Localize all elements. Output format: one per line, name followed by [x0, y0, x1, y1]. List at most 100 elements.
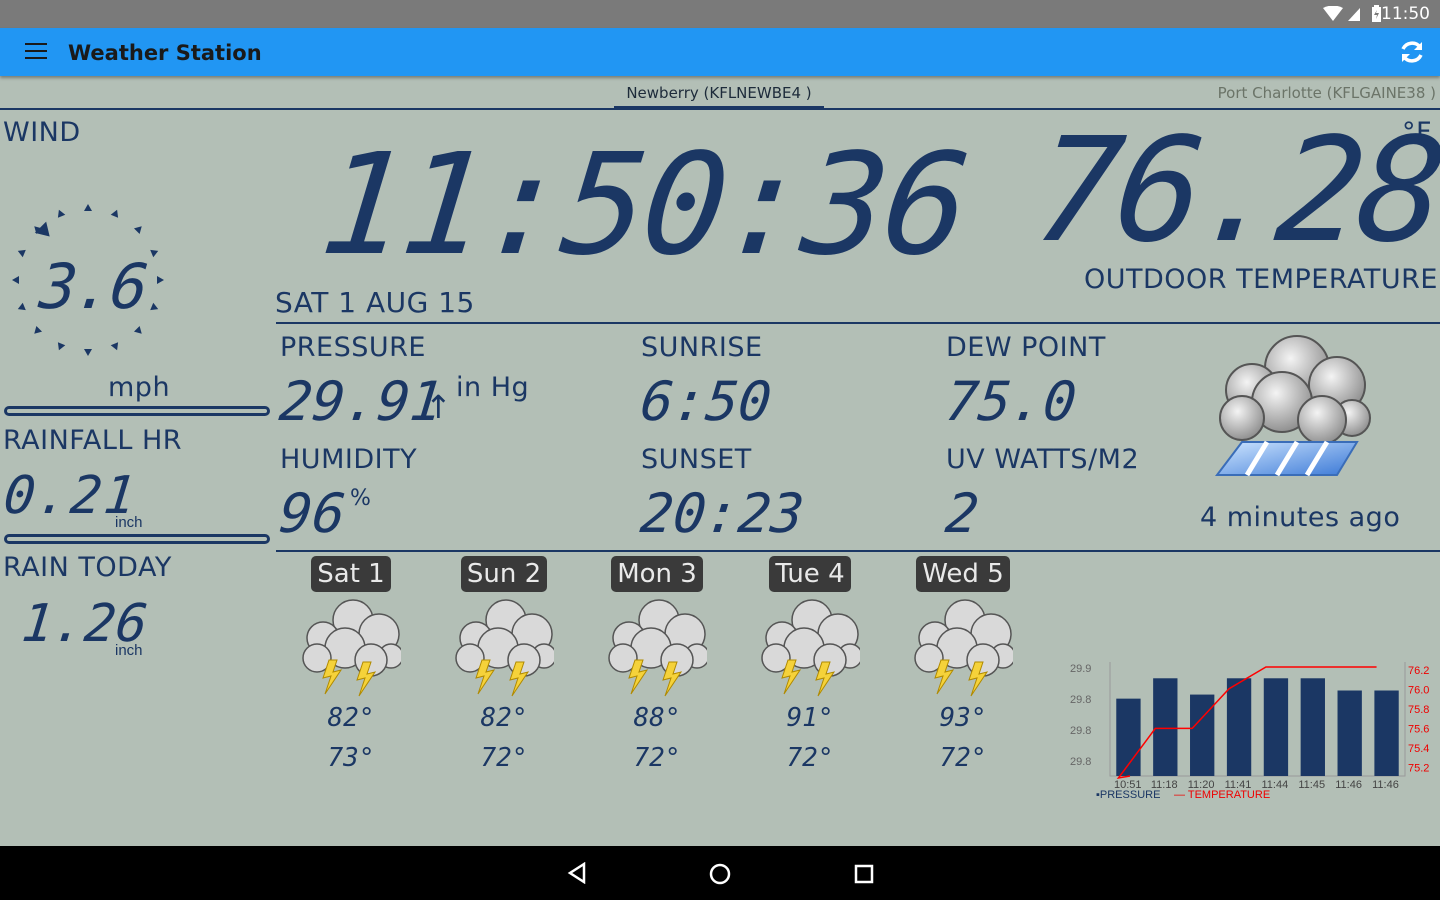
- dew-point-label: DEW POINT: [946, 332, 1106, 363]
- forecast-low: 73°: [327, 743, 375, 773]
- chart-bar: [1263, 678, 1289, 776]
- sunset-label: SUNSET: [641, 444, 752, 475]
- rainfall-hr-unit: inch: [115, 514, 143, 531]
- compass-tick: [17, 302, 26, 311]
- chart-legend-pressure: ▪PRESSURE: [1096, 789, 1160, 801]
- chart-left-tick: 29.8: [1070, 725, 1091, 737]
- compass-tick: [84, 349, 92, 356]
- clock-date: SAT 1 AUG 15: [275, 286, 475, 319]
- forecast-day[interactable]: Wed 5 93° 72°: [913, 556, 1016, 773]
- home-icon[interactable]: [708, 862, 732, 886]
- chart-left-tick: 29.8: [1070, 694, 1091, 706]
- chart-left-tick: 29.8: [1070, 756, 1091, 768]
- wind-unit: mph: [108, 372, 171, 403]
- forecast-low: 72°: [480, 743, 528, 773]
- chart-right-tick: 76.0: [1408, 685, 1429, 697]
- humidity-unit: %: [350, 486, 372, 511]
- forecast-high: 82°: [480, 703, 528, 733]
- compass-tick: [150, 249, 159, 258]
- pressure-unit: in Hg: [456, 372, 530, 403]
- forecast-high: 91°: [786, 703, 834, 733]
- forecast-high: 82°: [327, 703, 375, 733]
- thunderstorm-icon: [914, 599, 1016, 697]
- compass-tick: [57, 342, 66, 351]
- compass-tick: [133, 226, 142, 235]
- compass-tick: [34, 325, 43, 334]
- pressure-trend-icon: ↑: [425, 388, 453, 426]
- thunderstorm-icon: [761, 599, 863, 697]
- thunderstorm-icon: [302, 599, 404, 697]
- humidity-value: 96: [276, 482, 349, 545]
- chart-right-tick: 75.6: [1408, 724, 1429, 736]
- tab-port-charlotte[interactable]: Port Charlotte (KFLGAINE38 ): [1218, 84, 1436, 102]
- rainfall-hr-label: RAINFALL HR: [3, 425, 183, 456]
- divider: [276, 322, 1440, 324]
- chart-right-tick: 76.2: [1408, 665, 1429, 677]
- chart-x-tick: 11:46: [1372, 779, 1399, 791]
- refresh-icon[interactable]: [1398, 38, 1426, 66]
- compass-tick: [17, 249, 26, 258]
- signal-icon: [1323, 6, 1360, 21]
- rain-today-label: RAIN TODAY: [3, 552, 172, 583]
- outdoor-temp-value: 76.28: [1027, 106, 1440, 274]
- status-time: 11:50: [1381, 4, 1430, 24]
- pressure-label: PRESSURE: [280, 332, 426, 363]
- forecast-low: 72°: [939, 743, 987, 773]
- chart-x-tick: 11:45: [1298, 779, 1325, 791]
- forecast-day[interactable]: Mon 3 88° 72°: [607, 556, 710, 773]
- clock-time: 11:50:36: [313, 124, 973, 287]
- forecast-day-label[interactable]: Tue 4: [769, 556, 851, 592]
- forecast-day-label[interactable]: Sat 1: [311, 556, 391, 592]
- forecast-day[interactable]: Sun 2 82° 72°: [454, 556, 557, 773]
- forecast-day-label[interactable]: Wed 5: [916, 556, 1010, 592]
- app-bar: Weather Station: [0, 28, 1440, 76]
- rain-today-unit: inch: [115, 642, 143, 659]
- chart-bar: [1190, 694, 1215, 776]
- compass-tick: [157, 276, 164, 284]
- wind-label: WIND: [3, 117, 81, 148]
- forecast-day[interactable]: Tue 4 91° 72°: [760, 556, 863, 773]
- pressure-value: 29.91: [276, 370, 446, 433]
- humidity-label: HUMIDITY: [280, 444, 418, 475]
- divider: [276, 550, 1440, 552]
- divider: [4, 406, 270, 416]
- chart-x-tick: 11:46: [1335, 779, 1362, 791]
- chart-right-tick: 75.2: [1408, 763, 1429, 775]
- sunrise-value: 6:50: [637, 370, 775, 433]
- wind-direction-icon: [34, 221, 50, 237]
- forecast-day-label[interactable]: Sun 2: [460, 556, 548, 592]
- forecast-day[interactable]: Sat 1 82° 73°: [301, 556, 404, 773]
- chart-bar: [1153, 678, 1178, 776]
- uv-value: 2: [942, 482, 982, 545]
- chart-bar: [1226, 678, 1252, 776]
- status-bar: 11:50: [0, 0, 1440, 28]
- menu-icon[interactable]: [25, 43, 47, 61]
- thunderstorm-icon: [455, 599, 557, 697]
- chart-bar: [1300, 678, 1325, 776]
- chart-bar: [1374, 690, 1399, 776]
- forecast-day-label[interactable]: Mon 3: [611, 556, 703, 592]
- compass-tick: [133, 325, 142, 334]
- chart-right-tick: 75.8: [1408, 704, 1429, 716]
- compass-tick: [84, 204, 92, 211]
- forecast-low: 72°: [786, 743, 834, 773]
- outdoor-temp-unit: °F: [1402, 117, 1433, 148]
- compass-tick: [12, 276, 19, 284]
- recent-apps-icon[interactable]: [854, 864, 874, 884]
- forecast-high: 88°: [633, 703, 681, 733]
- sunrise-label: SUNRISE: [641, 332, 763, 363]
- app-title: Weather Station: [68, 41, 262, 65]
- wind-speed: 3.6: [36, 250, 150, 323]
- updated-time: 4 minutes ago: [1200, 502, 1401, 533]
- pressure-temperature-chart: 29.9 29.8 29.8 29.8 76.2 76.0 75.8 75.6 75.4 75.2…: [1070, 662, 1429, 801]
- chart-right-tick: 75.4: [1408, 743, 1429, 755]
- chart-left-tick: 29.9: [1070, 663, 1091, 675]
- forecast-high: 93°: [939, 703, 987, 733]
- forecast-low: 72°: [633, 743, 681, 773]
- compass-tick: [57, 209, 66, 218]
- sunset-value: 20:23: [637, 482, 807, 545]
- navigation-bar: [0, 846, 1440, 900]
- uv-label: UV WATTS/M2: [946, 444, 1140, 475]
- tab-newberry[interactable]: Newberry (KFLNEWBE4 ): [614, 84, 824, 108]
- back-icon[interactable]: [566, 862, 588, 884]
